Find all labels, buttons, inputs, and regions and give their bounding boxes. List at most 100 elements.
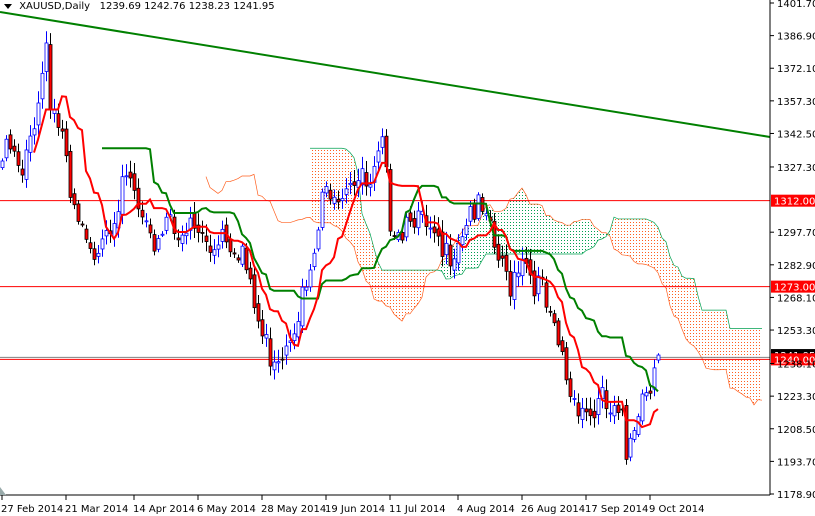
candle — [548, 306, 553, 317]
x-tick-label: 9 Oct 2014 — [649, 504, 704, 515]
candle — [28, 125, 33, 162]
candle — [208, 234, 213, 262]
candle-body — [96, 252, 101, 257]
candle-body — [520, 258, 525, 277]
x-tick-label: 19 Jun 2014 — [325, 504, 385, 515]
candle-body — [404, 216, 409, 238]
candle-body — [440, 231, 445, 257]
candle — [72, 188, 77, 210]
candle-body — [32, 128, 37, 136]
cloud-bearish — [414, 270, 418, 309]
candle-body — [292, 333, 297, 341]
candle-body — [308, 269, 313, 288]
cloud-bearish — [694, 278, 698, 352]
candle — [184, 222, 189, 245]
cloud-bearish — [682, 276, 686, 339]
candle-body — [88, 242, 93, 249]
cloud-bearish — [386, 270, 390, 308]
candle — [656, 353, 661, 364]
cloud-bearish — [630, 218, 634, 262]
candle — [88, 236, 93, 254]
candle — [316, 226, 321, 252]
x-tick-label: 4 Aug 2014 — [457, 504, 515, 515]
candle — [416, 201, 421, 236]
candle-body — [572, 398, 577, 400]
candle-body — [656, 354, 661, 361]
candle — [100, 229, 105, 257]
candle — [280, 347, 285, 370]
candle — [428, 216, 433, 239]
candle — [372, 156, 377, 191]
candle-body — [304, 286, 309, 291]
candle — [568, 371, 573, 403]
dropdown-triangle-icon[interactable] — [4, 3, 12, 9]
cloud-bullish — [538, 204, 542, 254]
candle — [272, 350, 277, 380]
y-tick-label: 1253.30 — [777, 326, 815, 337]
candle-body — [28, 135, 33, 153]
candle — [24, 139, 29, 188]
price-chart[interactable]: 1401.70 1386.90 1372.10 1357.30 1342.50 1327.… — [0, 0, 815, 516]
candle-body — [144, 220, 149, 223]
chart-window[interactable]: 1401.70 1386.90 1372.10 1357.30 1342.50 1327.… — [0, 0, 815, 516]
cloud-bullish — [530, 204, 534, 254]
cloud-bearish — [390, 270, 394, 315]
candle-body — [84, 228, 89, 240]
cloud-bullish — [554, 219, 558, 254]
candle-body — [68, 151, 73, 198]
candle-body — [92, 248, 97, 260]
cloud-bearish — [754, 328, 758, 405]
cloud-bullish — [582, 219, 586, 254]
candle-body — [40, 72, 45, 100]
candle-body — [220, 228, 225, 242]
candle-body — [332, 196, 337, 204]
candle — [0, 158, 5, 170]
cloud-bearish — [726, 310, 730, 389]
candle-body — [368, 184, 373, 188]
candle-body — [348, 182, 353, 186]
candle-body — [208, 245, 213, 253]
candle-body — [340, 198, 345, 201]
cloud-bearish — [378, 262, 382, 302]
candle-body — [204, 235, 209, 243]
candle — [76, 200, 81, 225]
candle-body — [16, 151, 21, 166]
candle — [164, 212, 169, 235]
candle-body — [4, 138, 9, 159]
candle-body — [228, 239, 233, 253]
cloud-bearish — [650, 220, 654, 269]
candle — [556, 317, 561, 348]
candle-body — [608, 412, 613, 415]
candle-body — [588, 408, 593, 417]
candle — [92, 241, 97, 266]
candle-body — [8, 134, 13, 150]
candle-body — [536, 275, 541, 295]
x-tick-label: 11 Jul 2014 — [389, 504, 446, 515]
candle — [652, 359, 657, 397]
candle-body — [444, 242, 449, 256]
candle-body — [416, 210, 421, 229]
candle-body — [72, 193, 77, 206]
cloud-bearish — [674, 265, 678, 319]
candle-body — [128, 171, 133, 179]
cloud-bearish — [718, 310, 722, 370]
candle — [580, 397, 585, 429]
candle — [476, 192, 481, 221]
candle-body — [56, 113, 61, 128]
candle — [192, 202, 197, 238]
candle-body — [160, 233, 165, 236]
y-tick-label: 1342.50 — [777, 129, 815, 140]
candle — [360, 156, 365, 195]
candle — [44, 31, 49, 82]
cloud-bearish — [690, 278, 694, 347]
x-tick-label: 17 Sep 2014 — [585, 504, 648, 515]
candle — [80, 221, 85, 228]
candle-body — [12, 145, 17, 152]
candle-body — [576, 402, 581, 417]
candle — [216, 235, 221, 258]
candle-body — [244, 247, 249, 271]
candle — [284, 334, 289, 365]
line-price-label: 1312.00 — [774, 197, 815, 208]
candle-body — [24, 149, 29, 180]
candle — [264, 323, 269, 347]
